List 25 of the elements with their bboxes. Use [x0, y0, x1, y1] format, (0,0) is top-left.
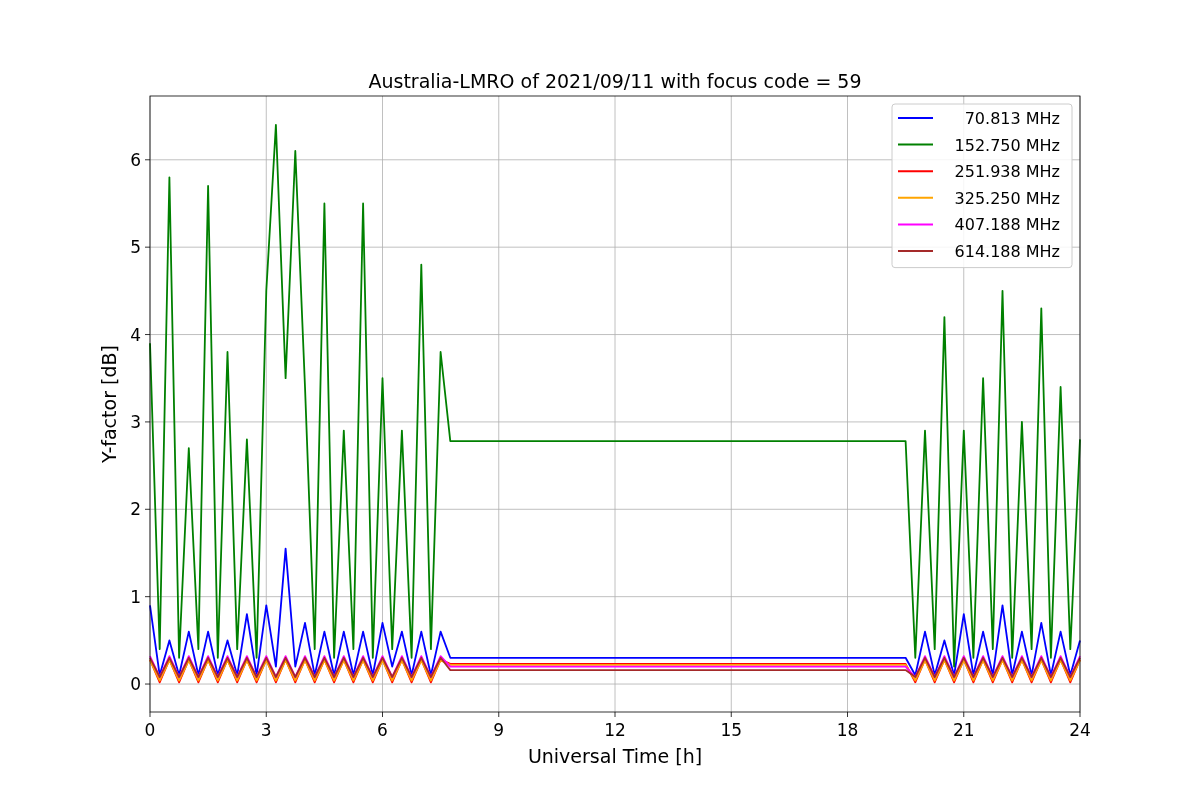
x-tick-label: 0 — [144, 720, 156, 740]
x-tick-label: 21 — [952, 720, 975, 740]
x-tick-label: 6 — [377, 720, 388, 740]
y-tick-label: 1 — [130, 586, 141, 607]
y-tick-label: 6 — [130, 149, 141, 170]
x-tick-label: 9 — [493, 720, 505, 740]
y-tick-label: 3 — [130, 411, 141, 432]
x-axis-label: Universal Time [h] — [527, 745, 703, 767]
y-axis-label: Y-factor [dB] — [98, 345, 120, 463]
chart-title: Australia-LMRO of 2021/09/11 with focus code = 59 — [368, 70, 862, 92]
x-tick-label: 3 — [260, 720, 272, 740]
x-tick-label: 15 — [720, 720, 743, 740]
y-tick-label: 4 — [130, 324, 141, 345]
x-tick-label: 24 — [1069, 720, 1091, 740]
legend-label: 614.188 MHz — [954, 242, 1060, 261]
legend-label: 407.188 MHz — [954, 215, 1060, 235]
legend-label: 70.813 MHz — [964, 109, 1060, 128]
y-tick-label: 2 — [130, 499, 141, 520]
legend-label: 251.938 MHz — [954, 162, 1060, 182]
x-tick-label: 12 — [604, 720, 626, 740]
x-tick-label: 18 — [836, 720, 859, 740]
legend-label: 325.250 MHz — [954, 188, 1060, 208]
y-tick-label: 5 — [130, 237, 141, 258]
legend-label: 152.750 MHz — [954, 135, 1060, 155]
y-tick-label: 0 — [130, 674, 141, 695]
